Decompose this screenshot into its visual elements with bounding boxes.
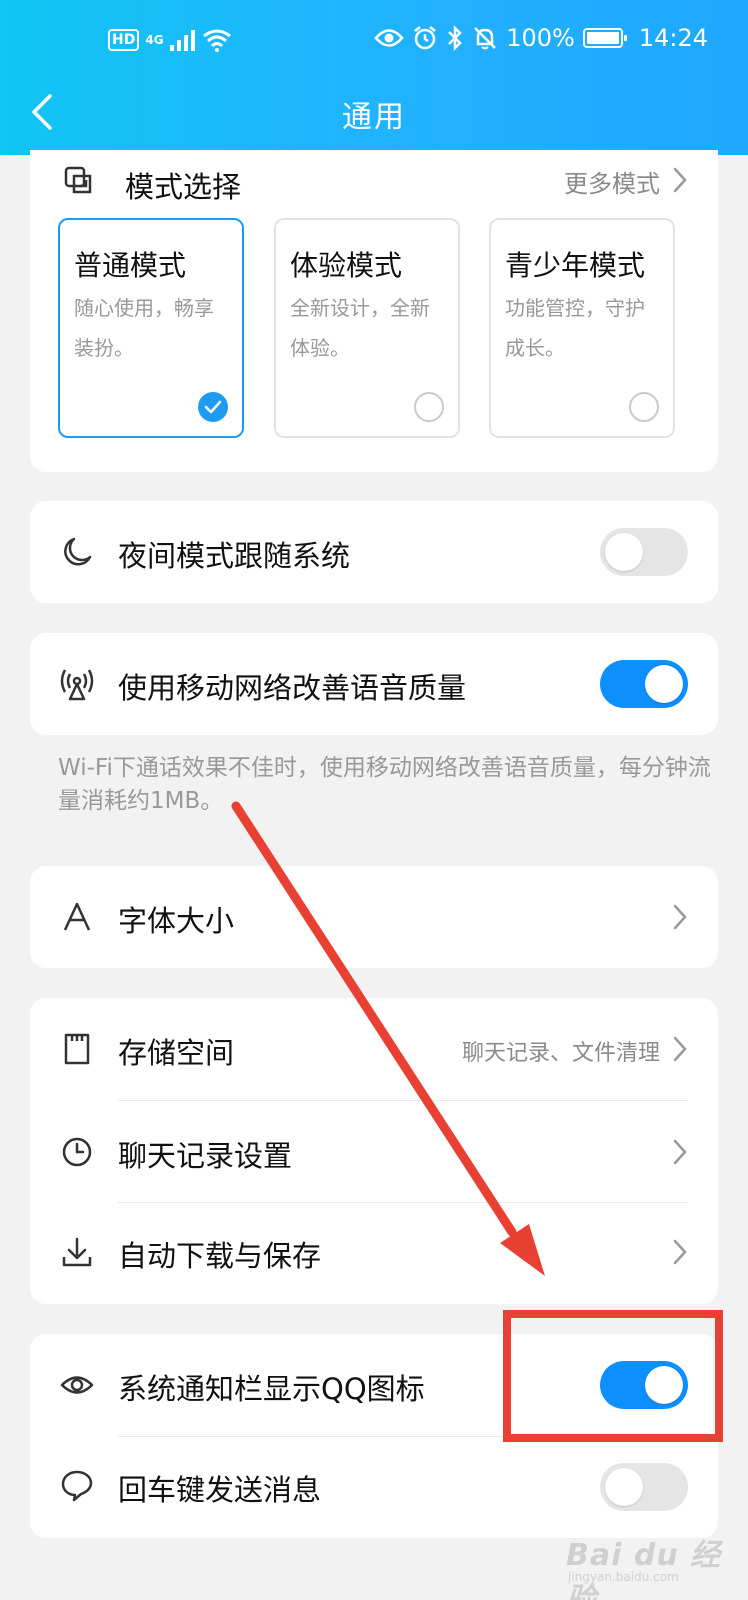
watermark-logo: Bai du 经验 bbox=[566, 1538, 722, 1600]
baidu-watermark: Bai du 经验 jingyan.baidu.com bbox=[566, 1530, 726, 1600]
annotation-highlight-box bbox=[503, 1310, 723, 1442]
watermark-url: jingyan.baidu.com bbox=[568, 1570, 679, 1584]
